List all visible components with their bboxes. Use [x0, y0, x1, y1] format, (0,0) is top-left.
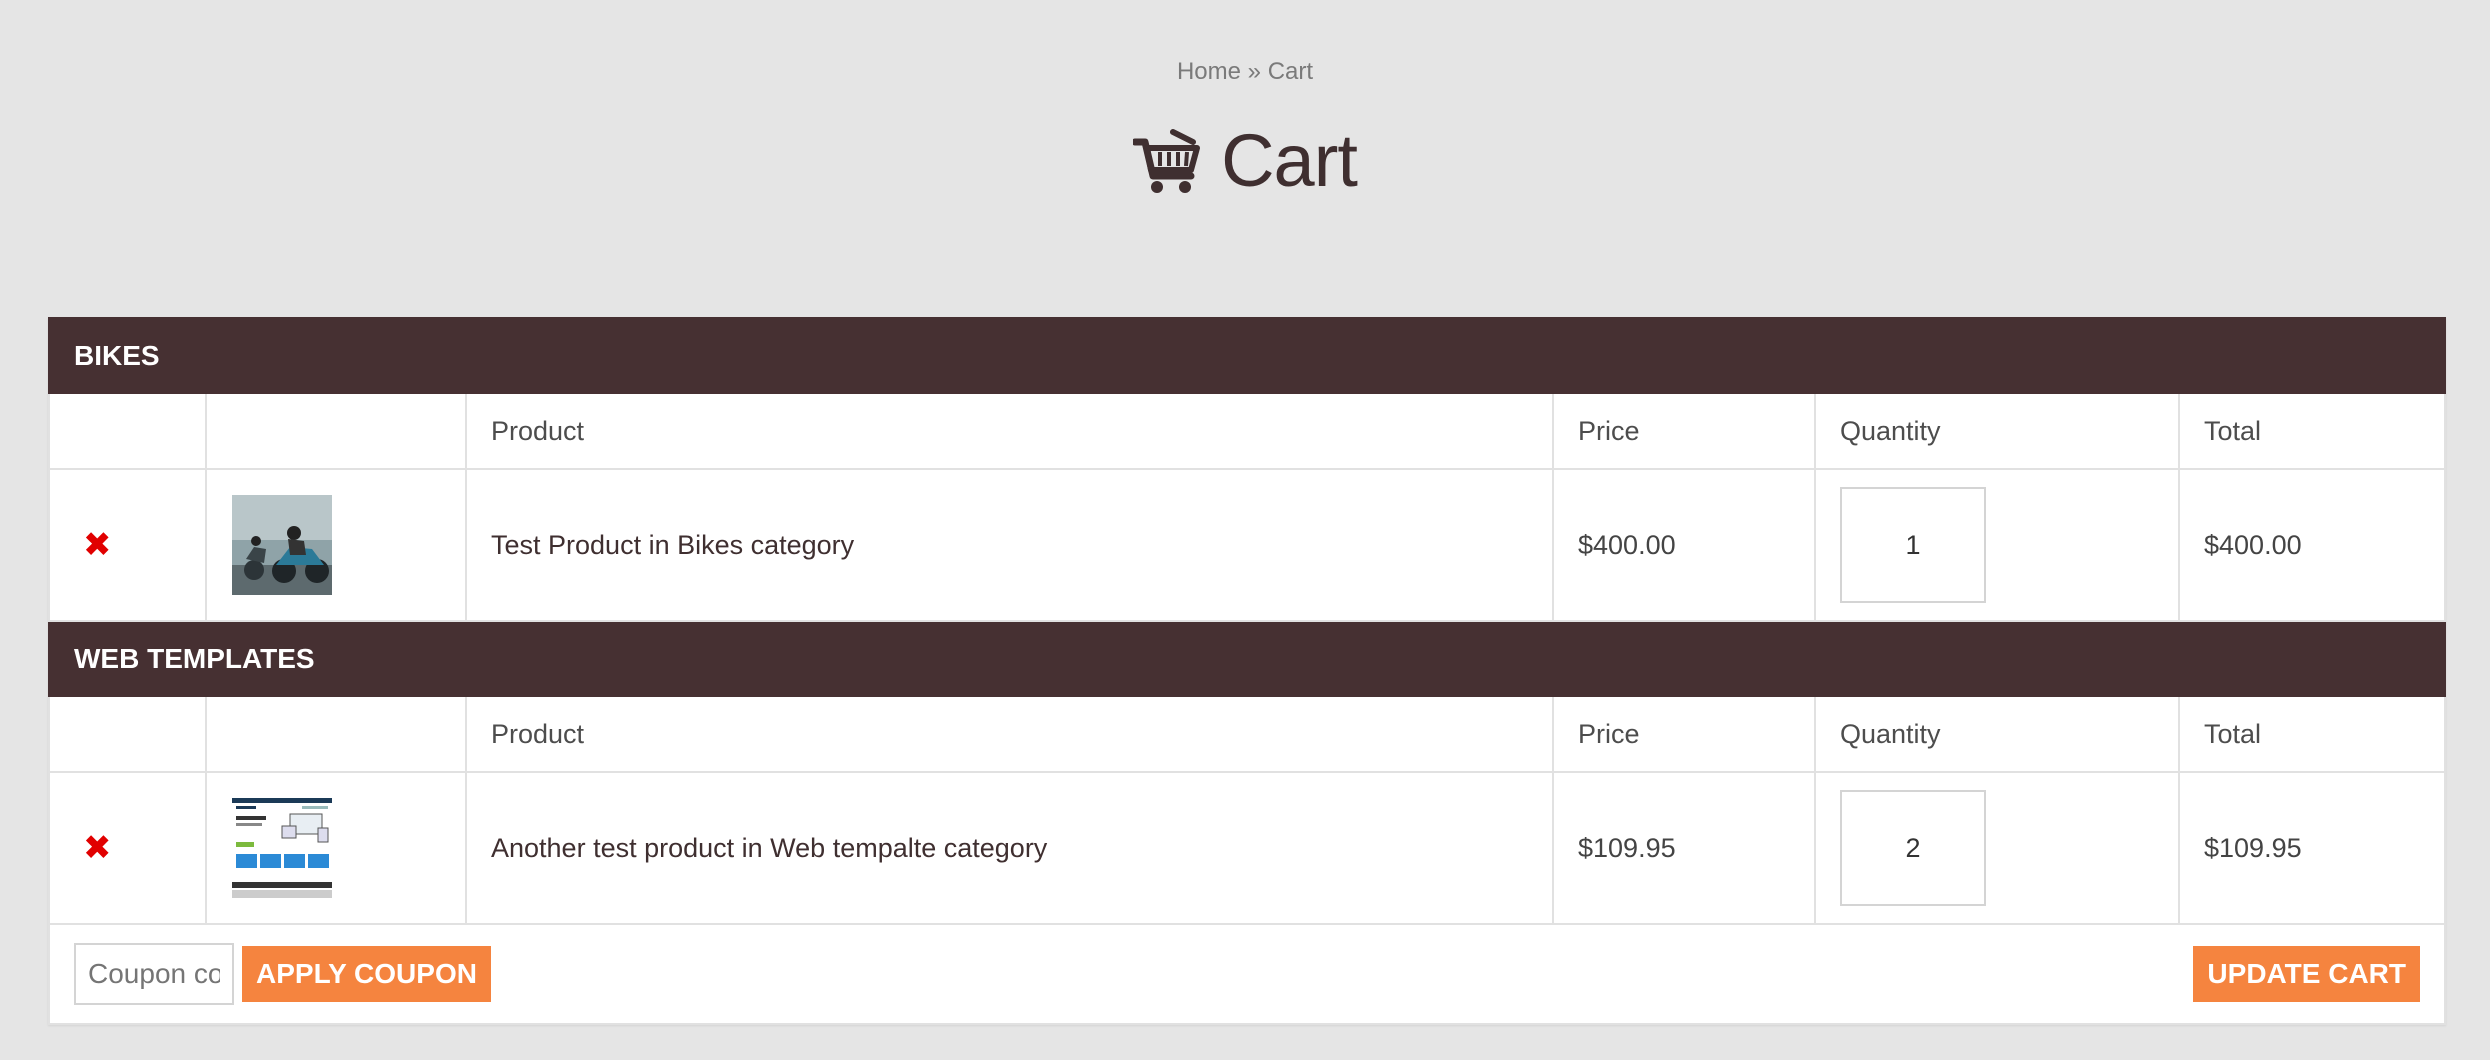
page-title: Cart	[0, 118, 2490, 203]
web-template-thumbnail[interactable]	[232, 798, 332, 898]
coupon-group: APPLY COUPON	[74, 943, 491, 1005]
breadcrumb: Home » Cart	[0, 58, 2490, 86]
update-cart-button[interactable]: UPDATE CART	[2193, 946, 2421, 1002]
category-title: WEB TEMPLATES	[47, 620, 2447, 697]
cart-actions-row: APPLY COUPON UPDATE CART	[47, 923, 2447, 1025]
product-price: $400.00	[1552, 468, 1816, 622]
line-total: $400.00	[2177, 468, 2447, 622]
price-column-header: Price	[1552, 392, 1816, 470]
apply-coupon-button[interactable]: APPLY COUPON	[242, 946, 491, 1002]
quantity-column-header: Quantity	[1814, 392, 2180, 470]
quantity-column-header: Quantity	[1814, 695, 2180, 773]
line-total: $109.95	[2177, 771, 2447, 925]
coupon-input[interactable]	[74, 943, 234, 1005]
remove-column-header	[48, 695, 207, 773]
product-name: Test Product in Bikes category	[465, 468, 1554, 622]
category-header-row: BIKES	[47, 317, 2447, 394]
total-column-header: Total	[2177, 695, 2447, 773]
breadcrumb-separator: »	[1241, 58, 1268, 85]
price-column-header: Price	[1552, 695, 1816, 773]
remove-item-icon[interactable]: ✖	[83, 525, 112, 565]
total-column-header: Total	[2177, 392, 2447, 470]
product-price: $109.95	[1552, 771, 1816, 925]
cart-table: BIKES Product Price Quantity Total ✖ Tes…	[47, 317, 2447, 1025]
remove-column-header	[48, 392, 207, 470]
cart-item-row: ✖ Test Product in Bikes category $400.00…	[48, 468, 2447, 622]
breadcrumb-current: Cart	[1267, 58, 1314, 85]
product-column-header: Product	[465, 392, 1554, 470]
cart-item-row: ✖ Another test product in Web tempalte c…	[48, 771, 2447, 925]
page-title-text: Cart	[1221, 119, 1358, 202]
quantity-input[interactable]	[1840, 790, 1986, 906]
product-name: Another test product in Web tempalte cat…	[465, 771, 1554, 925]
cart-actions: APPLY COUPON UPDATE CART	[74, 943, 2421, 1005]
product-column-header: Product	[465, 695, 1554, 773]
quantity-input[interactable]	[1840, 487, 1986, 603]
thumbnail-column-header	[205, 695, 467, 773]
column-header-row: Product Price Quantity Total	[48, 392, 2447, 470]
column-header-row: Product Price Quantity Total	[48, 695, 2447, 773]
category-title: BIKES	[47, 317, 2447, 394]
remove-item-icon[interactable]: ✖	[83, 828, 112, 868]
motorcycle-thumbnail[interactable]	[232, 495, 332, 595]
category-header-row: WEB TEMPLATES	[47, 620, 2447, 697]
breadcrumb-home-link[interactable]: Home	[1177, 58, 1241, 85]
thumbnail-column-header	[205, 392, 467, 470]
shopping-cart-icon	[1133, 128, 1201, 193]
